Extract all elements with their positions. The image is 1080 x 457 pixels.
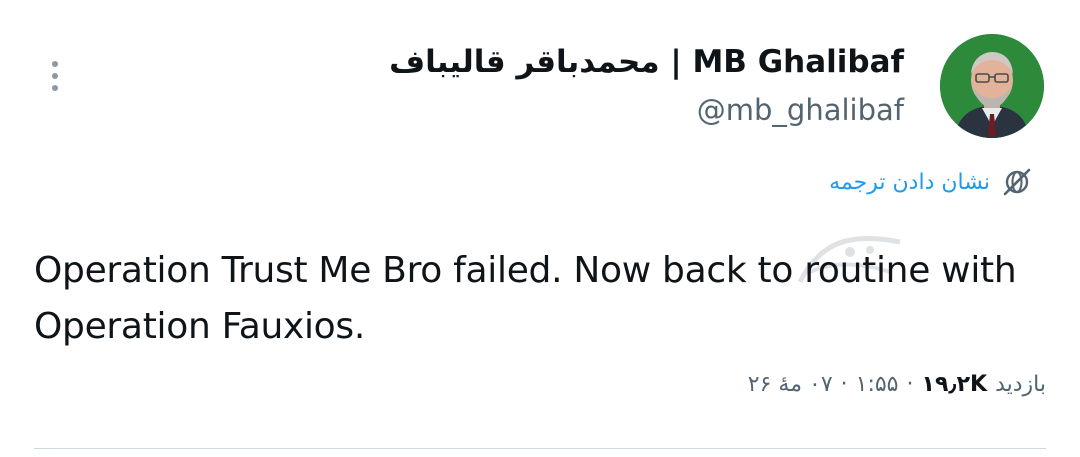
author-handle[interactable]: @mb_ghalibaf (389, 88, 904, 132)
tweet-meta: بازدید ۱۹٫۲K · ۱:۵۵ · ۰۷ مهٔ ۲۶ (748, 372, 1046, 397)
more-options-button[interactable] (38, 54, 72, 98)
tweet-card: محمدباقر قالیباف | MB Ghalibaf @mb_ghali… (0, 0, 1080, 457)
more-vertical-icon-dot (52, 85, 58, 91)
tweet-date[interactable]: ۰۷ مهٔ ۲۶ (748, 372, 833, 397)
more-vertical-icon (52, 61, 58, 67)
author-display-name[interactable]: محمدباقر قالیباف | MB Ghalibaf (389, 40, 904, 84)
tweet-text: Operation Trust Me Bro failed. Now back … (34, 250, 1017, 347)
avatar[interactable] (940, 34, 1044, 138)
show-translation-link[interactable]: نشان دادن ترجمه (829, 165, 1034, 199)
avatar-portrait-icon (940, 34, 1044, 138)
more-vertical-icon-dot (52, 73, 58, 79)
author-block: محمدباقر قالیباف | MB Ghalibaf @mb_ghali… (389, 40, 904, 132)
views-label: بازدید (995, 372, 1046, 397)
meta-separator: · (906, 372, 914, 397)
translate-globe-icon (1003, 168, 1031, 196)
tweet-time[interactable]: ۱:۵۵ (856, 372, 899, 397)
divider (34, 448, 1046, 449)
views-count[interactable]: ۱۹٫۲K (922, 372, 988, 397)
show-translation-label: نشان دادن ترجمه (829, 169, 990, 195)
meta-separator: · (840, 372, 848, 397)
